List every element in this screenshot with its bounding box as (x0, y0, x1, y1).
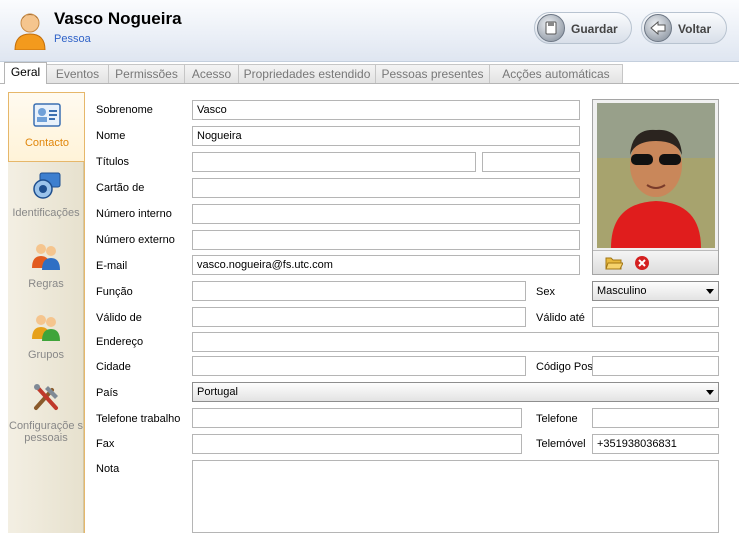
chevron-down-icon (706, 289, 714, 294)
telefone-label: Telefone (536, 413, 578, 425)
sidebar-item-label: Contacto (24, 137, 70, 149)
sexo-label: Sex (536, 286, 555, 298)
funcao-label: Função (96, 286, 133, 298)
sidebar-item-configuracoes-pessoais[interactable]: Configuraçõe s pessoais (8, 376, 84, 446)
titulos-label: Títulos (96, 156, 130, 168)
sidebar-item-contacto[interactable]: Contacto (8, 92, 84, 162)
sexo-select-value: Masculino (597, 285, 647, 297)
telefone-trabalho-field[interactable] (192, 408, 522, 428)
codigo-postal-label: Código Post (536, 361, 596, 373)
back-button[interactable]: Voltar (641, 12, 727, 44)
sobrenome-label: Sobrenome (96, 104, 153, 116)
tab-pessoas-presentes[interactable]: Pessoas presentes (375, 64, 490, 84)
fax-field[interactable] (192, 434, 522, 454)
contact-card-icon (33, 103, 61, 127)
sidebar-item-identificacoes[interactable]: Identificações (8, 163, 84, 233)
sidebar-item-regras[interactable]: Regras (8, 234, 84, 304)
sidebar-item-label: Configuraçõe s pessoais (9, 420, 83, 444)
person-photo (597, 103, 715, 248)
codigo-postal-field[interactable] (592, 356, 719, 376)
tab-accoes-automaticas[interactable]: Acções automáticas (489, 64, 623, 84)
back-arrow-icon (644, 14, 672, 42)
chevron-down-icon (706, 390, 714, 395)
page-subtitle: Pessoa (54, 33, 91, 45)
delete-icon[interactable] (634, 255, 650, 271)
tab-eventos[interactable]: Eventos (46, 64, 109, 84)
tab-geral[interactable]: Geral (4, 62, 47, 84)
nota-textarea[interactable] (192, 460, 719, 533)
tab-acesso[interactable]: Acesso (184, 64, 239, 84)
sidebar: Contacto Identificações Regras Grupos Co… (8, 92, 84, 533)
valido-ate-field[interactable] (592, 307, 719, 327)
tools-icon (34, 384, 58, 410)
sidebar-item-label: Identificações (12, 207, 80, 219)
titulos-field-2[interactable] (482, 152, 580, 172)
titulos-field[interactable] (192, 152, 476, 172)
back-button-label: Voltar (678, 22, 712, 36)
cidade-field[interactable] (192, 356, 526, 376)
cartao-label: Cartão de (96, 182, 145, 194)
cidade-label: Cidade (96, 361, 131, 373)
nota-label: Nota (96, 463, 120, 475)
save-icon (537, 14, 565, 42)
pais-select-value: Portugal (197, 386, 238, 398)
header: Vasco Nogueira Pessoa Guardar Voltar (0, 0, 739, 62)
save-button-label: Guardar (571, 22, 618, 36)
tab-bar: Geral Eventos Permissões Acesso Propried… (0, 62, 739, 84)
telemovel-label: Telemóvel (536, 438, 586, 450)
nome-field[interactable]: Nogueira (192, 126, 580, 146)
numero-externo-label: Número externo (96, 234, 175, 246)
sidebar-item-grupos[interactable]: Grupos (8, 305, 84, 375)
panel-divider (84, 92, 85, 533)
users-groups-icon (32, 315, 60, 341)
telemovel-field[interactable]: +351938036831 (592, 434, 719, 454)
photo-toolbar (593, 250, 718, 274)
sidebar-item-label: Regras (28, 278, 64, 290)
photo-box (592, 99, 719, 275)
numero-interno-label: Número interno (96, 208, 172, 220)
fax-label: Fax (96, 438, 115, 450)
email-field[interactable]: vasco.nogueira@fs.utc.com (192, 255, 580, 275)
folder-open-icon[interactable] (605, 255, 623, 271)
numero-externo-field[interactable] (192, 230, 580, 250)
valido-de-field[interactable] (192, 307, 526, 327)
tab-permissoes[interactable]: Permissões (108, 64, 185, 84)
page-title: Vasco Nogueira (54, 9, 182, 28)
telefone-field[interactable] (592, 408, 719, 428)
sexo-select[interactable]: Masculino (592, 281, 719, 301)
endereco-label: Endereço (96, 336, 144, 348)
valido-ate-label: Válido até (536, 312, 585, 324)
funcao-field[interactable] (192, 281, 526, 301)
email-label: E-mail (96, 260, 128, 272)
pais-label: País (96, 387, 119, 399)
tab-propriedades-estendido[interactable]: Propriedades estendido (238, 64, 376, 84)
id-camera-icon (33, 172, 61, 199)
endereco-field[interactable] (192, 332, 719, 352)
valido-de-label: Válido de (96, 312, 142, 324)
telefone-trabalho-label: Telefone trabalho (96, 413, 181, 425)
pais-select[interactable]: Portugal (192, 382, 719, 402)
save-button[interactable]: Guardar (534, 12, 632, 44)
sidebar-item-label: Grupos (27, 349, 65, 361)
person-icon (14, 13, 46, 50)
users-rules-icon (32, 244, 60, 270)
nome-label: Nome (96, 130, 126, 142)
numero-interno-field[interactable] (192, 204, 580, 224)
cartao-field[interactable] (192, 178, 580, 198)
sobrenome-field[interactable]: Vasco (192, 100, 580, 120)
